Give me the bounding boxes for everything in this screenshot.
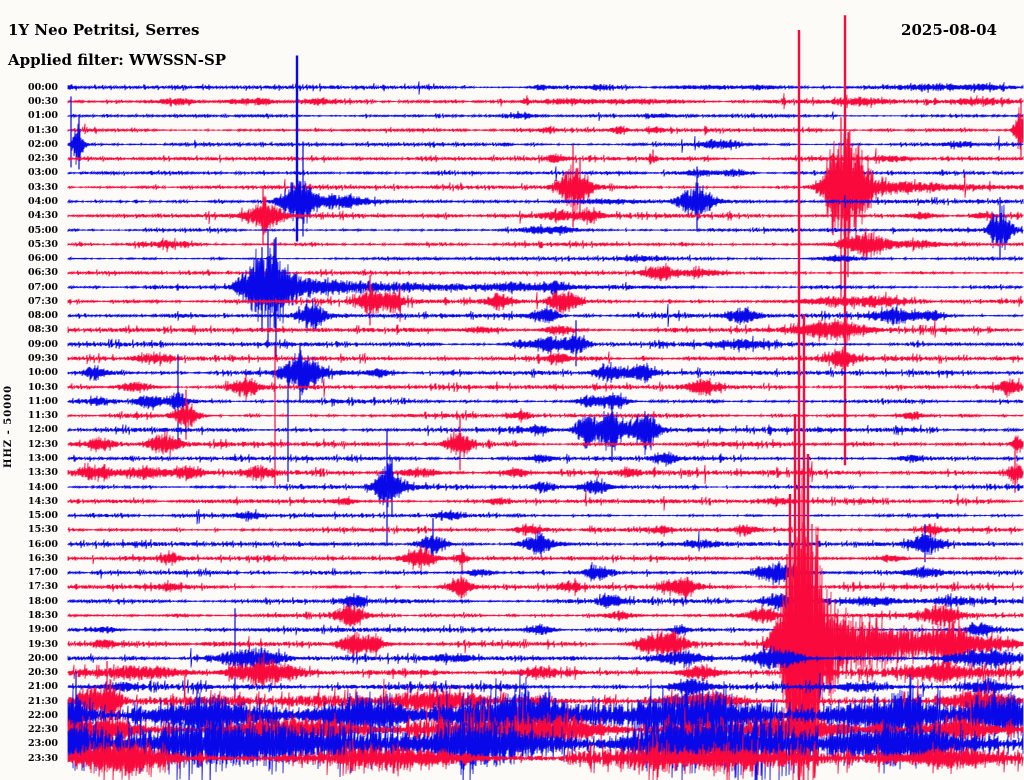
trace-17:30	[67, 575, 1024, 600]
trace-03:00	[67, 166, 1024, 182]
trace-15:30	[67, 522, 1024, 538]
seismogram-plot	[67, 15, 1024, 780]
trace-18:00	[67, 592, 1024, 612]
trace-14:30	[67, 490, 1024, 511]
trace-12:00	[67, 406, 1024, 456]
trace-06:30	[67, 262, 1024, 282]
trace-11:30	[67, 401, 1024, 430]
trace-12:30	[67, 428, 1024, 459]
trace-16:30	[67, 544, 1024, 572]
helicorder-page: 1Y Neo Petritsi, Serres Applied filter: …	[0, 0, 1024, 780]
trace-05:30	[67, 227, 1024, 259]
trace-02:30	[67, 148, 1024, 165]
trace-08:30	[67, 317, 1024, 344]
trace-00:00	[67, 81, 1024, 95]
trace-09:00	[67, 333, 1024, 355]
trace-15:00	[67, 508, 1024, 525]
trace-13:00	[67, 451, 1024, 467]
trace-16:00	[67, 530, 1024, 559]
trace-09:30	[67, 346, 1024, 370]
trace-10:30	[67, 374, 1024, 402]
trace-00:30	[67, 93, 1024, 110]
trace-17:00	[67, 560, 1024, 586]
trace-03:30	[67, 129, 1024, 244]
trace-11:00	[67, 392, 1024, 411]
trace-10:00	[67, 350, 1024, 396]
trace-06:00	[67, 253, 1024, 263]
trace-01:30	[67, 107, 1024, 150]
trace-01:00	[67, 110, 1024, 121]
trace-18:30	[67, 601, 1024, 629]
